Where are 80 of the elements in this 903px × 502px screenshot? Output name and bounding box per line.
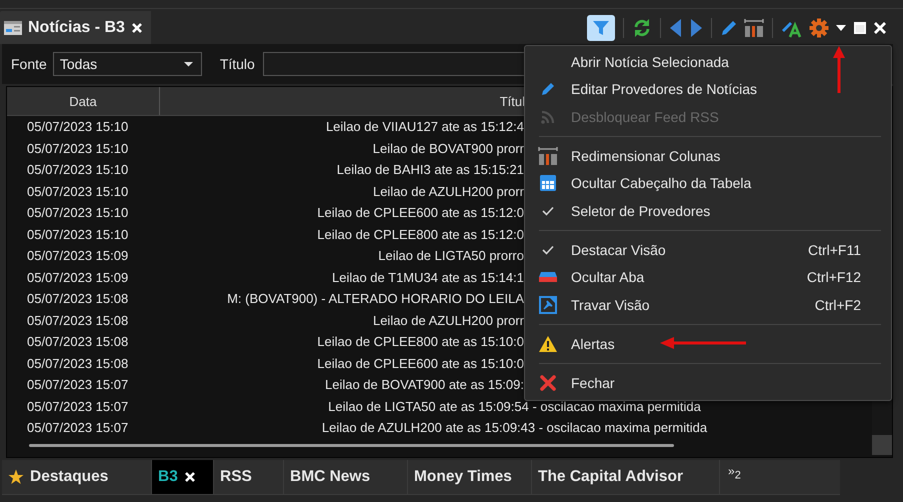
title-cell: Leilao de T1MU34 ate as 15:14:1	[332, 270, 524, 285]
column-header[interactable]: Data	[7, 87, 160, 115]
title-cell: Leilao de BAHI3 ate as 15:15:21	[336, 162, 524, 178]
dropdown-icon[interactable]	[835, 22, 847, 32]
annotation-arrow	[833, 46, 845, 93]
date-cell: 05/07/2023 15:10	[27, 119, 128, 134]
date-cell: 05/07/2023 15:07	[27, 398, 128, 414]
title-cell: Leilao de AZULH200 ate as 15:09:43 - oscilacao maxima permitida	[322, 420, 708, 436]
maximize-icon[interactable]	[853, 20, 867, 34]
filter-button[interactable]	[587, 14, 615, 40]
title-cell: Leilao de AZULH200 prorr	[372, 184, 524, 199]
pencil-icon	[540, 81, 556, 98]
tab[interactable]: B3	[152, 460, 214, 495]
menu-item[interactable]: Redimensionar Colunas	[525, 142, 891, 170]
title-label: Título	[220, 56, 255, 72]
title-cell: Leilao de BOVAT900 prorr	[372, 140, 524, 156]
title-cell: Leilao de CPLEE800 ate as 15:10:0	[317, 334, 524, 350]
date-cell: 05/07/2023 15:10	[27, 140, 128, 156]
tab[interactable]: The Capital Advisor	[532, 460, 720, 495]
source-label: Fonte	[11, 56, 47, 72]
menu-item[interactable]: Travar Visão Ctrl+F2	[525, 291, 891, 318]
columns-icon[interactable]	[744, 18, 764, 38]
scrollbar-corner	[872, 435, 892, 455]
caret-icon	[184, 61, 193, 67]
window-title: Notícias - B3	[28, 18, 125, 36]
funnel-icon	[592, 18, 610, 36]
title-cell: Leilao de CPLEE600 ate as 15:12:0	[317, 205, 524, 220]
menu-item[interactable]: Seletor de Provedores	[525, 197, 891, 224]
date-cell: 05/07/2023 15:09	[27, 248, 128, 264]
date-cell: 05/07/2023 15:09	[27, 270, 128, 285]
close-icon	[539, 374, 557, 392]
refresh-icon[interactable]	[632, 18, 652, 38]
tab[interactable]: RSS	[214, 460, 284, 495]
menu-item[interactable]: Ocultar Cabeçalho da Tabela	[525, 170, 891, 197]
window-tab[interactable]: Notícias - B3	[0, 11, 151, 44]
warning-icon	[538, 334, 558, 353]
tab-icon	[538, 270, 558, 284]
date-cell: 05/07/2023 15:08	[27, 356, 128, 371]
title-cell: M: (BOVAT900) - ALTERADO HORARIO DO LEILA	[227, 291, 524, 306]
pin-icon	[539, 296, 557, 314]
date-cell: 05/07/2023 15:10	[27, 162, 128, 178]
title-cell: Leilao de LIGTA50 prorro	[378, 248, 524, 264]
menu-item[interactable]: Fechar	[525, 369, 891, 396]
forward-icon[interactable]	[689, 18, 703, 38]
menu-item[interactable]: Editar Provedores de Notícias	[525, 76, 891, 103]
scrollbar-thumb[interactable]	[29, 444, 674, 447]
title-cell: Leilao de VIIAU127 ate as 15:12:4	[326, 119, 524, 134]
date-cell: 05/07/2023 15:08	[27, 334, 128, 350]
star-icon	[8, 469, 24, 485]
menu-item[interactable]: Ocultar Aba Ctrl+F12	[525, 264, 891, 291]
menu-item[interactable]: Alertas	[525, 330, 891, 358]
date-cell: 05/07/2023 15:07	[27, 377, 128, 392]
tab[interactable]: BMC News	[284, 460, 408, 495]
title-cell: Leilao de CPLEE600 ate as 15:10:0	[317, 356, 524, 371]
close-icon[interactable]	[873, 20, 887, 34]
window-icon	[4, 20, 22, 36]
date-cell: 05/07/2023 15:08	[27, 291, 128, 306]
title-cell: Leilao de BOVAT900 ate as 15:09:	[325, 377, 524, 392]
title-cell: Leilao de LIGTA50 ate as 15:09:54 - oscilacao maxima permitida	[328, 398, 701, 414]
close-icon[interactable]	[130, 22, 143, 34]
date-cell: 05/07/2023 15:10	[27, 184, 128, 199]
close-icon[interactable]	[184, 471, 196, 483]
tab[interactable]: Destaques	[2, 460, 152, 495]
menu-item[interactable]: Destacar Visão Ctrl+F11	[525, 236, 891, 264]
pencil-icon[interactable]	[720, 18, 738, 36]
date-cell: 05/07/2023 15:08	[27, 312, 128, 328]
back-icon[interactable]	[669, 18, 683, 38]
rss-icon	[540, 108, 556, 125]
title-cell: Leilao de CPLEE800 ate as 15:12:0	[317, 226, 524, 242]
title-cell: Leilao de AZULH200 prorr	[372, 312, 524, 328]
gear-icon[interactable]	[809, 18, 829, 38]
date-cell: 05/07/2023 15:07	[27, 420, 128, 436]
menu-item[interactable]: Abrir Notícia Selecionada	[525, 48, 891, 76]
date-cell: 05/07/2023 15:10	[27, 226, 128, 242]
tab[interactable]: Money Times	[408, 460, 532, 495]
columns-icon	[538, 146, 558, 166]
source-dropdown[interactable]: Todas	[52, 52, 202, 76]
table-icon	[539, 174, 557, 192]
column-header[interactable]: Títul	[160, 94, 525, 108]
date-cell: 05/07/2023 15:10	[27, 205, 128, 220]
